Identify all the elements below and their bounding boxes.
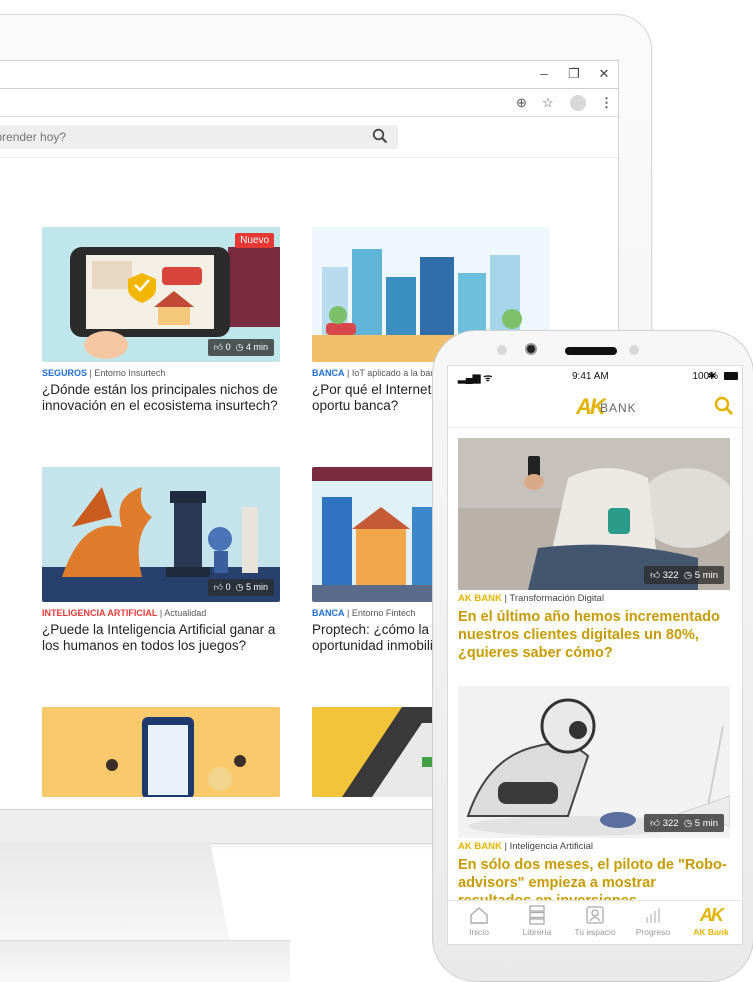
like-count: 322 [662, 570, 679, 581]
sensor-dot [629, 345, 639, 355]
like-icon: 👍︎ [213, 342, 224, 352]
post-subcategory: Inteligencia Artificial [509, 841, 593, 852]
like-icon: 👍︎ [213, 582, 224, 592]
menu-dots-icon[interactable]: ⋮ [600, 95, 613, 111]
ak-logo-icon: AK [700, 904, 724, 925]
stage: – ❐ ✕ ⊕ ☆ ⋮ quieres aprender hoy? Nuevo … [0, 0, 753, 982]
like-icon: 👍︎ [650, 570, 661, 581]
tab-label: Tu espacio [574, 927, 616, 937]
like-icon: 👍︎ [650, 818, 661, 829]
duration: 5 min [694, 570, 718, 581]
monitor-base [0, 940, 290, 982]
site-search [0, 125, 398, 149]
progress-icon [624, 903, 682, 927]
clock-icon: ◷ [683, 570, 693, 581]
star-icon[interactable]: ☆ [542, 95, 554, 111]
clock-icon: ◷ [683, 818, 693, 829]
sensor-dot [497, 345, 507, 355]
signal-wifi-icon: ▂▄▆ ᯤ [458, 373, 493, 384]
close-icon[interactable]: ✕ [594, 66, 614, 82]
post-photo[interactable]: 👍︎ 322 ◷ 5 min [458, 686, 730, 838]
duration: 5 min [245, 582, 268, 592]
address-bar[interactable]: ⊕ ☆ ⋮ [0, 89, 618, 117]
article-tag: SEGUROS | Entorno Insurtech [42, 368, 166, 378]
search-icon[interactable] [714, 396, 734, 421]
article-title[interactable]: ¿Puede la Inteligencia Artificial ganar … [42, 622, 280, 654]
minimize-icon[interactable]: – [534, 66, 554, 81]
divider [0, 157, 618, 158]
post-tag: AK BANK | Inteligencia Artificial [458, 841, 593, 852]
profile-avatar[interactable] [570, 95, 586, 111]
feed-post[interactable]: 👍︎ 322 ◷ 5 min AK BANK | Transformación … [458, 438, 730, 662]
finance-illustration [42, 707, 280, 797]
article-card[interactable]: Nuevo 👍︎ 0 ◷ 4 min SEGUROS | Entorno Ins… [42, 227, 280, 414]
duration: 4 min [245, 342, 268, 352]
article-subcategory: Actualidad [164, 608, 207, 618]
search-icon[interactable] [372, 128, 388, 149]
article-card[interactable]: 👍︎ 0 ◷ 5 min INTELIGENCIA ARTIFICIAL | A… [42, 467, 280, 654]
post-category[interactable]: AK BANK [458, 593, 502, 604]
article-subcategory: IoT aplicado a la banc [351, 368, 440, 378]
add-tab-icon[interactable]: ⊕ [516, 95, 527, 111]
new-badge: Nuevo [235, 233, 274, 248]
tab-label: Inicio [469, 927, 489, 937]
post-title[interactable]: En el último año hemos incrementado nues… [458, 608, 730, 662]
article-category[interactable]: BANCA [312, 608, 345, 618]
feed-post[interactable]: 👍︎ 322 ◷ 5 min AK BANK | Inteligencia Ar… [458, 686, 730, 910]
article-card[interactable] [42, 707, 280, 797]
post-stats: 👍︎ 322 ◷ 5 min [644, 566, 724, 584]
brand-name: BANK [600, 401, 637, 415]
status-time: 9:41 AM [572, 371, 609, 382]
app-header: AK BANK [448, 388, 742, 428]
speaker [565, 347, 617, 355]
user-space-icon [566, 903, 624, 927]
tab-ak-bank[interactable]: AK AK Bank [682, 903, 740, 938]
card-stats: 👍︎ 0 ◷ 4 min [207, 339, 274, 356]
article-category[interactable]: BANCA [312, 368, 345, 378]
tab-libreria[interactable]: Librería [508, 903, 566, 937]
post-stats: 👍︎ 322 ◷ 5 min [644, 814, 724, 832]
clock-icon: ◷ [235, 582, 244, 592]
clock-icon: ◷ [235, 342, 244, 352]
article-thumbnail[interactable]: 👍︎ 0 ◷ 5 min [42, 467, 280, 602]
status-bar: ▂▄▆ ᯤ 9:41 AM ✱ 100% [448, 366, 742, 388]
post-tag: AK BANK | Transformación Digital [458, 593, 605, 604]
post-category[interactable]: AK BANK [458, 841, 502, 852]
restore-icon[interactable]: ❐ [564, 66, 584, 82]
article-subcategory: Entorno Insurtech [94, 368, 166, 378]
battery-icon [724, 372, 738, 380]
like-count: 0 [225, 582, 231, 592]
like-count: 322 [662, 818, 679, 829]
article-thumbnail[interactable]: Nuevo 👍︎ 0 ◷ 4 min [42, 227, 280, 362]
bottom-tab-bar: Inicio Librería Tu espacio Progreso AK A… [448, 900, 742, 944]
browser-titlebar: – ❐ ✕ [0, 61, 618, 89]
smartphone: ▂▄▆ ᯤ 9:41 AM ✱ 100% AK BANK 👍︎ 322 ◷ 5 … [432, 330, 753, 982]
like-count: 0 [225, 342, 231, 352]
article-subcategory: Entorno Fintech [351, 608, 416, 618]
tab-progreso[interactable]: Progreso [624, 903, 682, 937]
tab-label: Librería [522, 927, 552, 937]
home-icon [450, 903, 508, 927]
tab-label: AK Bank [693, 927, 729, 937]
article-thumbnail[interactable] [42, 707, 280, 797]
library-icon [508, 903, 566, 927]
post-subcategory: Transformación Digital [509, 593, 605, 604]
post-photo[interactable]: 👍︎ 322 ◷ 5 min [458, 438, 730, 590]
article-title[interactable]: ¿Dónde están los principales nichos de i… [42, 382, 280, 414]
article-category[interactable]: INTELIGENCIA ARTIFICIAL [42, 608, 157, 618]
article-tag: INTELIGENCIA ARTIFICIAL | Actualidad [42, 608, 207, 618]
duration: 5 min [694, 818, 718, 829]
tab-tu-espacio[interactable]: Tu espacio [566, 903, 624, 937]
tab-inicio[interactable]: Inicio [450, 903, 508, 937]
search-input[interactable] [0, 125, 372, 149]
monitor-stand [0, 842, 230, 942]
tab-label: Progreso [635, 927, 671, 937]
article-category[interactable]: SEGUROS [42, 368, 87, 378]
card-stats: 👍︎ 0 ◷ 5 min [207, 579, 274, 596]
front-camera [525, 343, 537, 355]
app-screen: ▂▄▆ ᯤ 9:41 AM ✱ 100% AK BANK 👍︎ 322 ◷ 5 … [447, 365, 743, 945]
